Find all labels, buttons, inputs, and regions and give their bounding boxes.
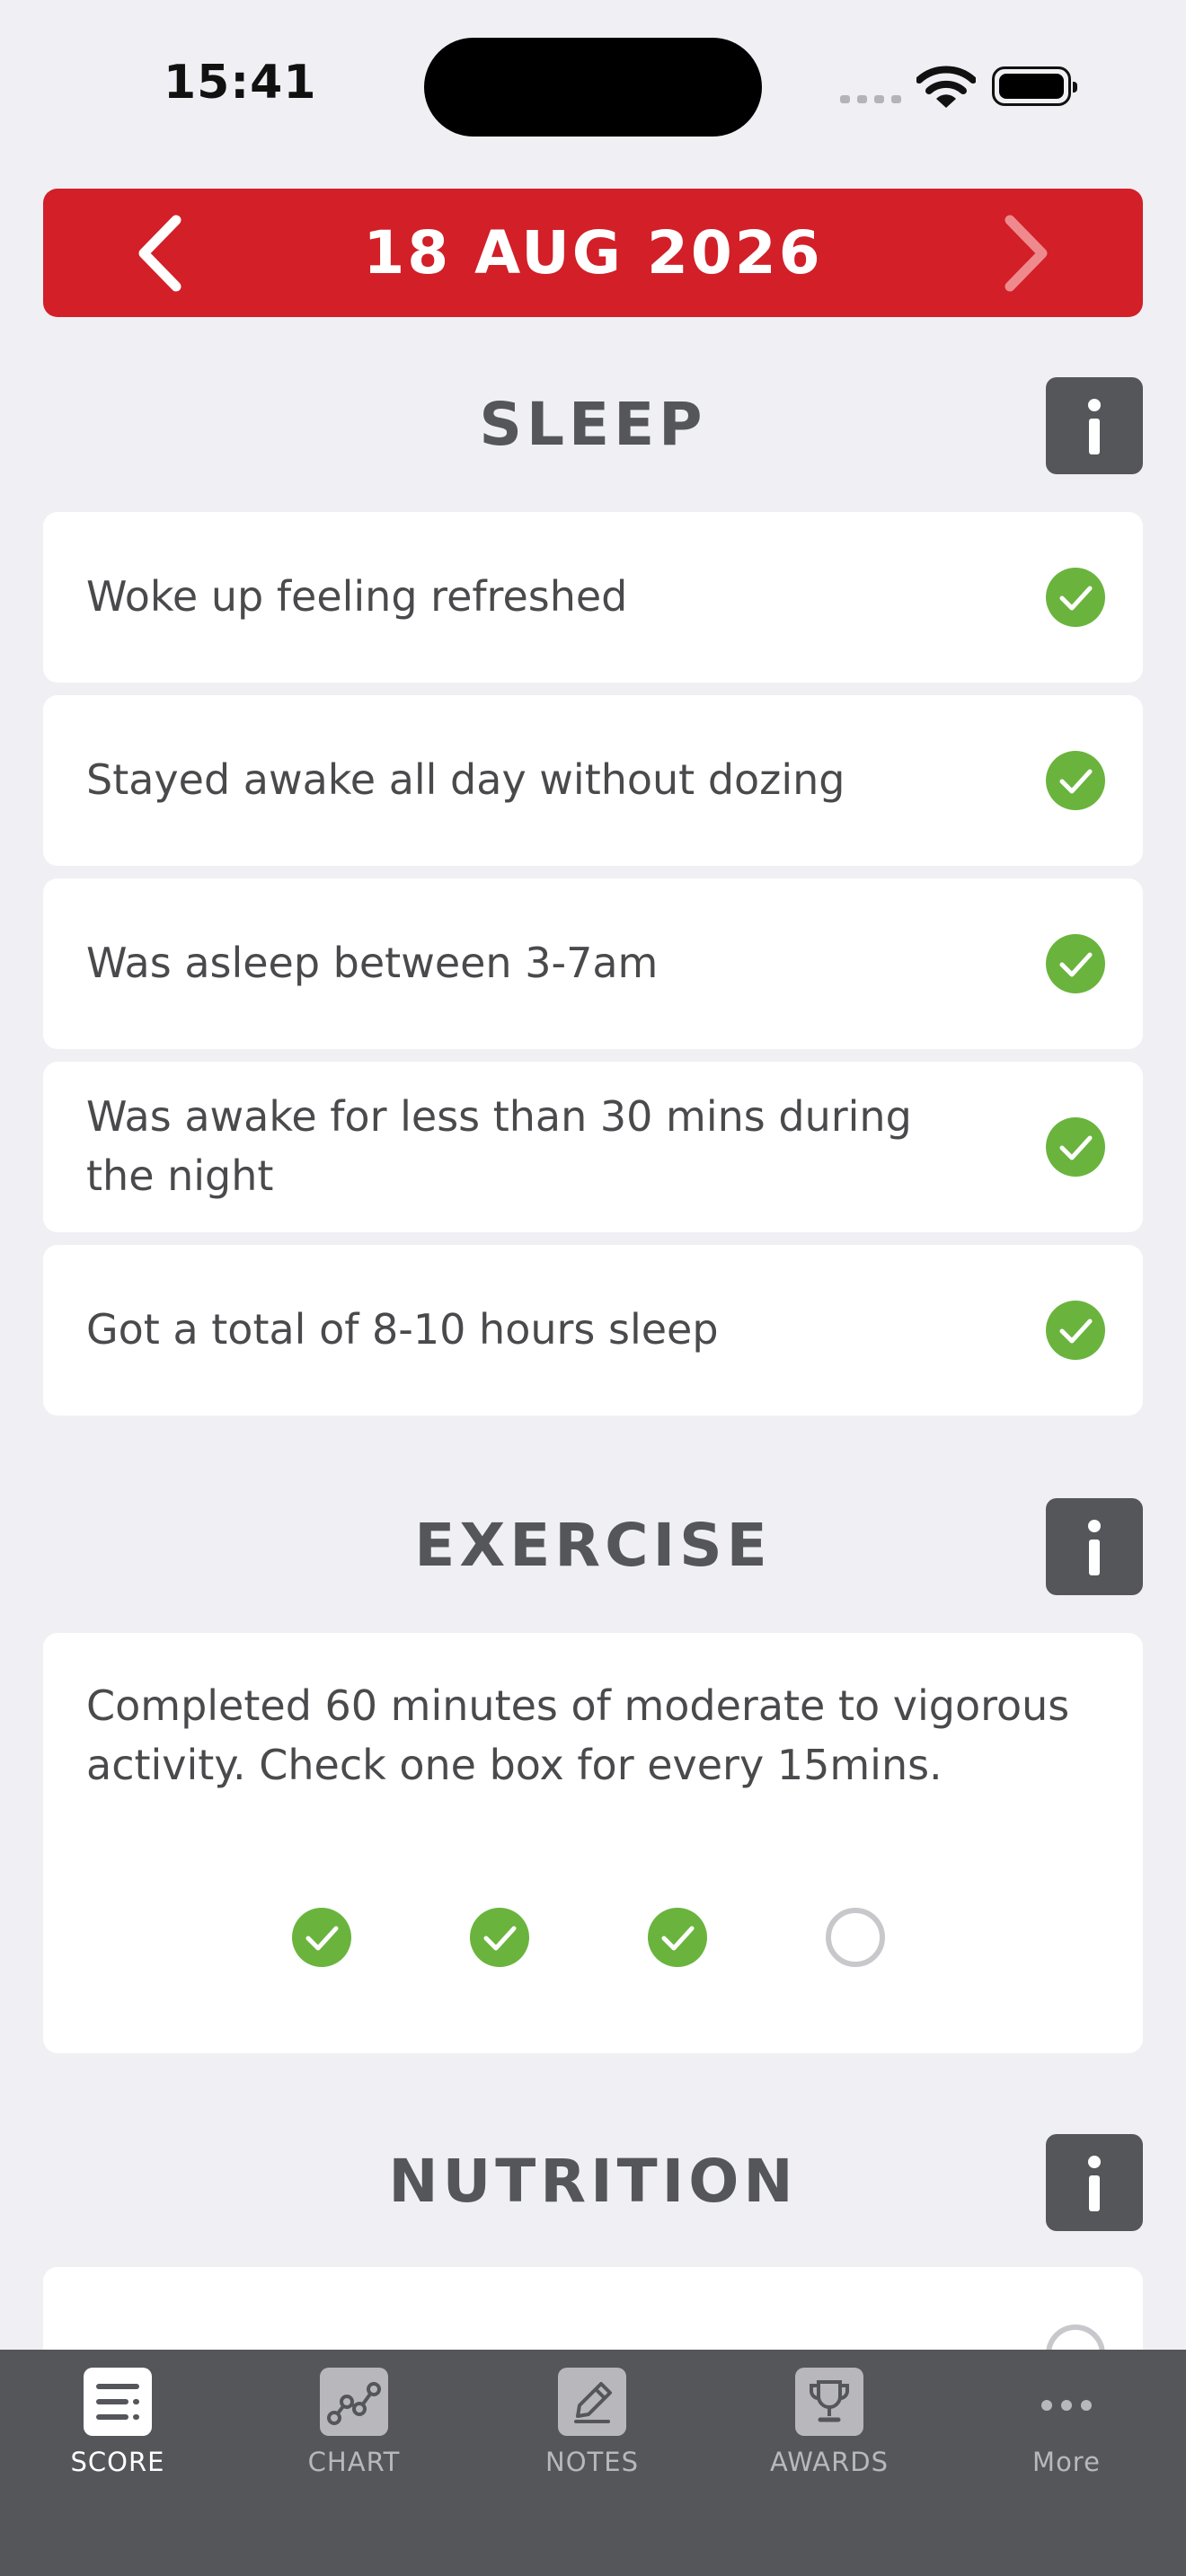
sleep-item-3[interactable]: Was asleep between 3-7am <box>43 878 1143 1049</box>
info-icon <box>1088 399 1101 411</box>
sleep-section-title: SLEEP <box>479 390 707 459</box>
tab-label: SCORE <box>70 2447 165 2477</box>
nutrition-section-title: NUTRITION <box>388 2147 798 2216</box>
chart-icon <box>320 2368 388 2436</box>
exercise-card: Completed 60 minutes of moderate to vigo… <box>43 1633 1143 2053</box>
dynamic-island <box>424 38 762 137</box>
sleep-item-label: Was asleep between 3-7am <box>86 939 659 987</box>
tab-awards[interactable]: AWARDS <box>739 2350 919 2484</box>
sleep-item-label: Woke up feeling refreshed <box>86 572 628 621</box>
check-icon[interactable] <box>1046 751 1105 810</box>
tab-label: NOTES <box>545 2447 639 2477</box>
exercise-info-button[interactable] <box>1046 1498 1143 1595</box>
exercise-box-1-check-icon[interactable] <box>292 1908 351 1967</box>
tab-label: CHART <box>307 2447 401 2477</box>
exercise-box-2-check-icon[interactable] <box>470 1908 529 1967</box>
sleep-item-2[interactable]: Stayed awake all day without dozing <box>43 695 1143 866</box>
empty-circle-icon[interactable] <box>1046 2325 1105 2350</box>
sleep-item-label: Got a total of 8-10 hours sleep <box>86 1305 719 1354</box>
info-icon <box>1088 2156 1101 2168</box>
exercise-description: Completed 60 minutes of moderate to vigo… <box>86 1681 1070 1789</box>
check-icon[interactable] <box>1046 1301 1105 1360</box>
nutrition-info-button[interactable] <box>1046 2134 1143 2231</box>
tab-chart[interactable]: CHART <box>264 2350 444 2484</box>
nutrition-item-1[interactable] <box>43 2267 1143 2350</box>
status-time: 15:41 <box>164 56 317 110</box>
list-icon <box>84 2368 152 2436</box>
info-icon <box>1088 1520 1101 1532</box>
exercise-section-title: EXERCISE <box>414 1511 772 1580</box>
cellular-signal-icon <box>840 95 901 104</box>
chevron-left-icon <box>138 215 181 291</box>
exercise-box-4-empty-circle-icon[interactable] <box>826 1908 885 1967</box>
exercise-box-3-check-icon[interactable] <box>648 1908 707 1967</box>
tab-notes[interactable]: NOTES <box>502 2350 682 2484</box>
sleep-item-4[interactable]: Was awake for less than 30 mins during t… <box>43 1062 1143 1232</box>
sleep-item-5[interactable]: Got a total of 8-10 hours sleep <box>43 1245 1143 1416</box>
pencil-icon <box>558 2368 626 2436</box>
more-icon <box>1032 2368 1101 2436</box>
sleep-info-button[interactable] <box>1046 377 1143 474</box>
tab-more[interactable]: More <box>977 2350 1156 2484</box>
chevron-right-icon <box>1005 215 1048 291</box>
previous-day-button[interactable] <box>97 189 223 317</box>
sleep-item-label: Was awake for less than 30 mins during t… <box>86 1092 912 1200</box>
sleep-item-label: Stayed awake all day without dozing <box>86 755 845 804</box>
wifi-icon <box>916 66 976 108</box>
check-icon[interactable] <box>1046 568 1105 627</box>
check-icon[interactable] <box>1046 1117 1105 1177</box>
sleep-item-1[interactable]: Woke up feeling refreshed <box>43 512 1143 683</box>
date-navigator: 18 AUG 2026 <box>43 189 1143 317</box>
check-icon[interactable] <box>1046 934 1105 993</box>
battery-icon <box>992 66 1077 106</box>
status-bar: 15:41 <box>0 0 1186 171</box>
tab-score[interactable]: SCORE <box>28 2350 208 2484</box>
tab-label: AWARDS <box>769 2447 890 2477</box>
next-day-button[interactable] <box>963 189 1089 317</box>
trophy-icon <box>795 2368 863 2436</box>
tab-label: More <box>1032 2447 1101 2477</box>
